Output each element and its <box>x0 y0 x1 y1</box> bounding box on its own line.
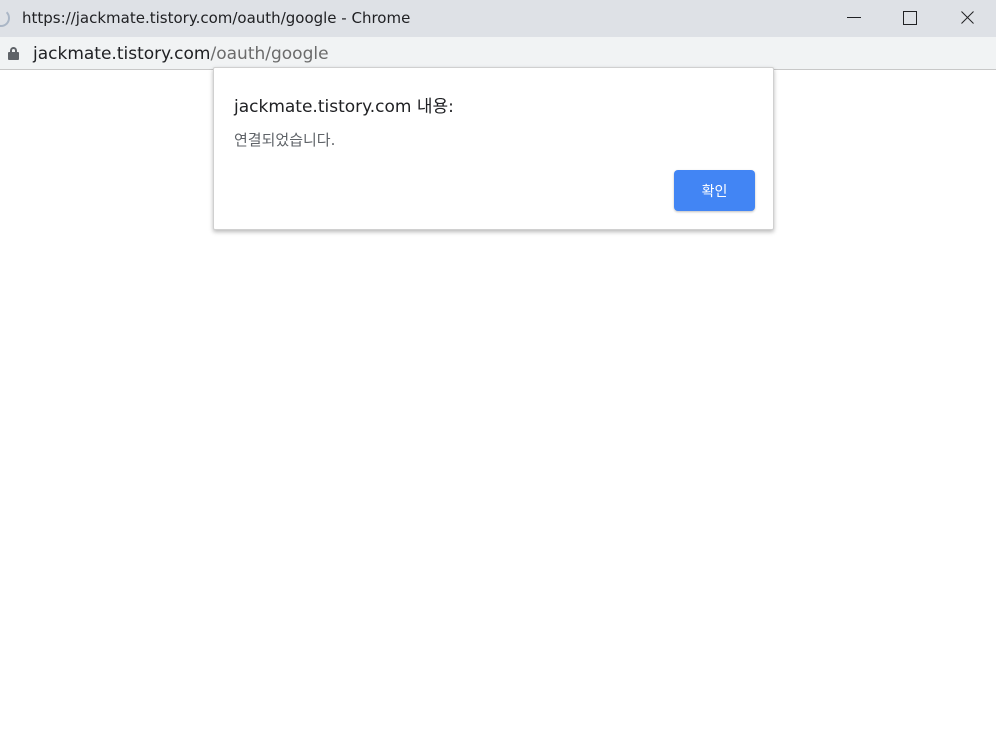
minimize-icon[interactable] <box>826 0 882 36</box>
maximize-icon[interactable] <box>882 0 938 36</box>
window-titlebar: https://jackmate.tistory.com/oauth/googl… <box>0 0 996 37</box>
url-path: /oauth/google <box>210 44 329 64</box>
alert-dialog: jackmate.tistory.com 내용: 연결되었습니다. 확인 <box>213 67 774 230</box>
loading-spinner-icon <box>0 9 10 27</box>
address-bar[interactable]: jackmate.tistory.com/oauth/google <box>0 37 996 70</box>
dialog-title: jackmate.tistory.com 내용: <box>234 97 454 117</box>
close-icon[interactable] <box>939 0 995 36</box>
url-text[interactable]: jackmate.tistory.com/oauth/google <box>33 44 329 64</box>
window-title: https://jackmate.tistory.com/oauth/googl… <box>22 9 411 27</box>
ok-button[interactable]: 확인 <box>674 170 755 211</box>
dialog-message: 연결되었습니다. <box>234 131 336 149</box>
url-host: jackmate.tistory.com <box>33 44 211 64</box>
lock-icon[interactable] <box>8 47 19 60</box>
